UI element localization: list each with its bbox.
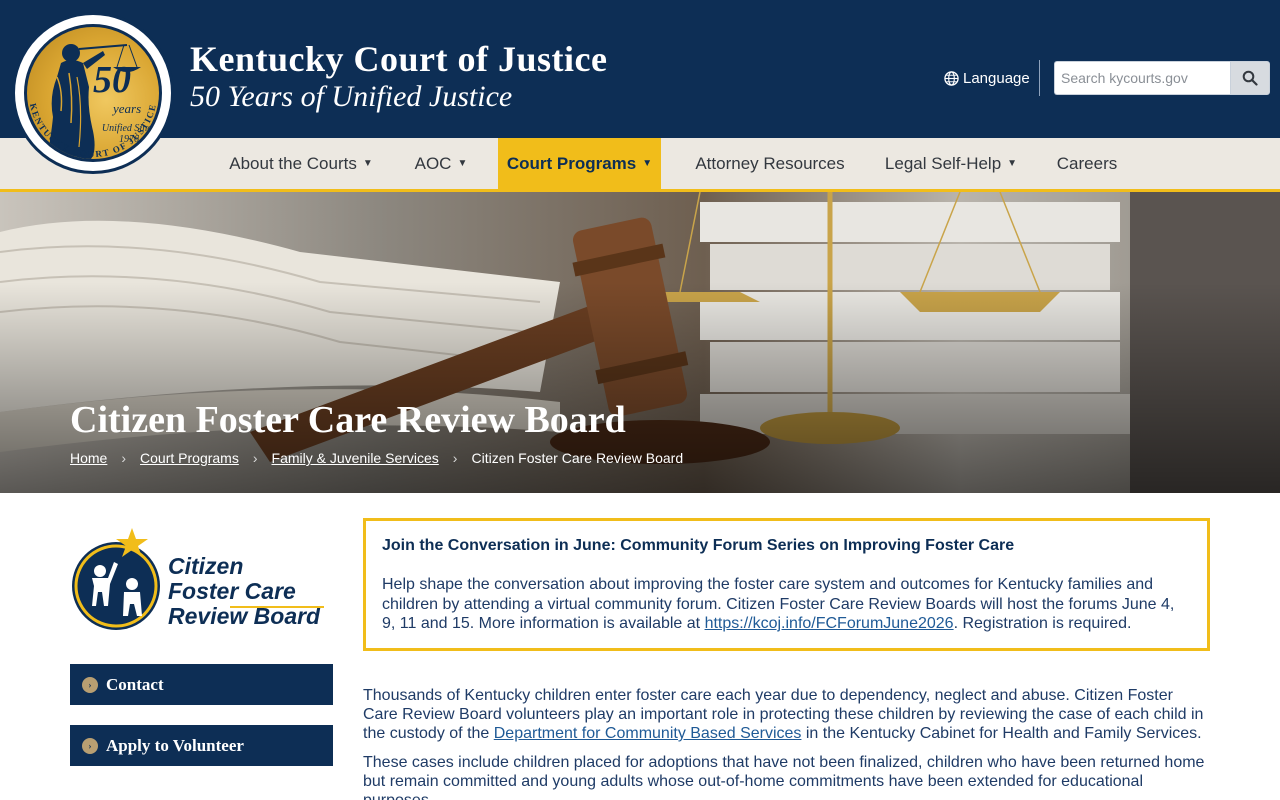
cases-paragraph: These cases include children placed for … [363, 754, 1205, 800]
nav-label: About the Courts [229, 153, 357, 173]
seal-ring-text: KENTUCKY COURT OF JUSTICE [28, 102, 157, 159]
apply-label: Apply to Volunteer [106, 735, 244, 755]
nav-label: Legal Self-Help [884, 153, 1002, 173]
intro-text-end: in the Kentucky Cabinet for Health and F… [801, 725, 1202, 742]
nav-label: Attorney Resources [695, 153, 845, 173]
site-title[interactable]: Kentucky Court of Justice [190, 38, 607, 80]
caret-down-icon: ▼ [642, 158, 653, 169]
announcement-box: Join the Conversation in June: Community… [363, 518, 1210, 651]
nav-careers[interactable]: Careers [1044, 138, 1130, 189]
language-selector[interactable]: Language [944, 68, 1030, 88]
announcement-text: Help shape the conversation about improv… [382, 575, 1191, 634]
logo-underline [230, 606, 324, 608]
children-star-icon [72, 528, 160, 630]
dcbs-link[interactable]: Department for Community Based Services [494, 725, 802, 742]
breadcrumb-court-programs[interactable]: Court Programs [140, 450, 239, 466]
logo-line-1: Citizen [168, 553, 244, 579]
intro-paragraph: Thousands of Kentucky children enter fos… [363, 686, 1210, 743]
forum-link[interactable]: https://kcoj.info/FCForumJune2026 [705, 615, 954, 632]
svg-text:KENTUCKY COURT OF JUSTICE: KENTUCKY COURT OF JUSTICE [28, 102, 158, 159]
caret-down-icon: ▼ [362, 158, 373, 169]
chevron-right-icon: › [452, 450, 458, 466]
hero-banner: Citizen Foster Care Review Board Home › … [0, 192, 1280, 493]
main-content: Thousands of Kentucky children enter fos… [363, 686, 1210, 800]
search-button[interactable] [1230, 61, 1270, 95]
globe-icon [944, 70, 959, 86]
nav-label: Careers [1056, 153, 1118, 173]
chevron-right-icon: › [121, 450, 127, 466]
announcement-heading: Join the Conversation in June: Community… [382, 537, 1015, 554]
chevron-right-circle-icon: › [82, 676, 98, 693]
announcement-text-end: . Registration is required. [953, 615, 1132, 632]
language-label: Language [963, 69, 1030, 87]
cfcrb-logo: Citizen Foster Care Review Board [70, 526, 334, 636]
breadcrumb-home[interactable]: Home [70, 450, 107, 466]
search-input[interactable] [1054, 61, 1230, 95]
breadcrumb: Home › Court Programs › Family & Juvenil… [70, 450, 683, 466]
nav-court-programs[interactable]: Court Programs ▼ [498, 138, 661, 189]
nav-legal-self-help[interactable]: Legal Self-Help ▼ [876, 138, 1026, 189]
caret-down-icon: ▼ [457, 158, 468, 169]
cfcrb-logo-text: Citizen Foster Care Review Board [168, 554, 320, 629]
kcoj-seal-logo[interactable]: 50 years Unified Since 1976 KENTUCKY COU… [12, 12, 174, 174]
header-divider [1039, 60, 1040, 96]
chevron-right-circle-icon: › [82, 737, 98, 754]
contact-label: Contact [106, 674, 164, 694]
site-header: Kentucky Court of Justice 50 Years of Un… [0, 0, 1280, 138]
apply-to-volunteer-button[interactable]: › Apply to Volunteer [70, 725, 333, 766]
seal-ring: KENTUCKY COURT OF JUSTICE [28, 102, 158, 159]
page-title: Citizen Foster Care Review Board [70, 399, 626, 441]
chevron-right-icon: › [252, 450, 258, 466]
nav-label: Court Programs [506, 153, 637, 173]
nav-label: AOC [414, 153, 452, 173]
main-nav: About the Courts ▼ AOC ▼ Court Programs ▼ A… [0, 138, 1280, 192]
breadcrumb-family-juvenile[interactable]: Family & Juvenile Services [272, 450, 439, 466]
site-search [1054, 61, 1270, 95]
logo-line-2: Foster Care [168, 578, 296, 604]
contact-button[interactable]: › Contact [70, 664, 333, 705]
nav-aoc[interactable]: AOC ▼ [400, 138, 482, 189]
hero-overlay [0, 192, 1280, 493]
search-icon [1242, 70, 1258, 86]
site-subtitle: 50 Years of Unified Justice [190, 80, 513, 113]
caret-down-icon: ▼ [1007, 158, 1018, 169]
nav-attorney-resources[interactable]: Attorney Resources [680, 138, 860, 189]
nav-about-the-courts[interactable]: About the Courts ▼ [212, 138, 390, 189]
breadcrumb-current: Citizen Foster Care Review Board [471, 450, 684, 466]
